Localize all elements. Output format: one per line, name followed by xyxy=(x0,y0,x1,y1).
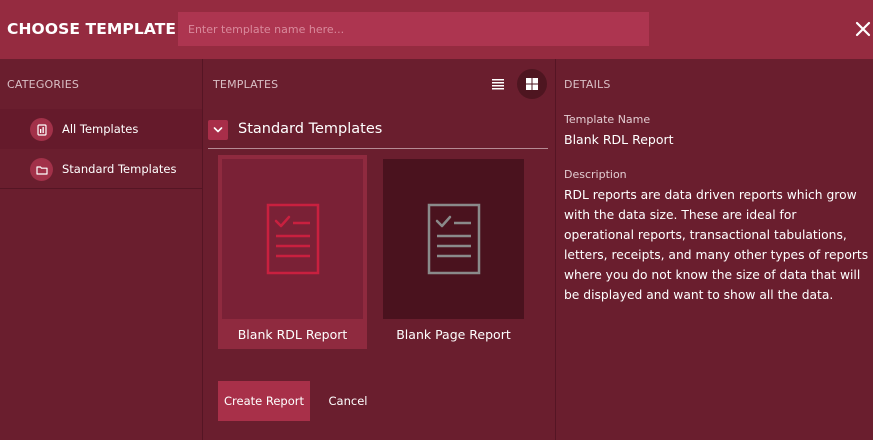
dialog-header: CHOOSE TEMPLATE xyxy=(0,0,873,59)
details-heading: DETAILS xyxy=(564,78,611,91)
close-button[interactable] xyxy=(852,18,873,40)
template-card-label: Blank RDL Report xyxy=(237,327,348,342)
create-report-button[interactable]: Create Report xyxy=(218,381,310,421)
categories-divider xyxy=(202,59,203,440)
dialog-title: CHOOSE TEMPLATE xyxy=(7,20,177,38)
report-icon xyxy=(30,118,53,141)
template-group-header[interactable]: Standard Templates xyxy=(208,118,548,149)
checklist-document-icon xyxy=(427,203,480,275)
list-view-button[interactable] xyxy=(483,69,513,99)
checklist-document-icon xyxy=(266,203,319,275)
grid-icon xyxy=(526,78,538,90)
category-all-templates[interactable]: All Templates xyxy=(0,109,202,149)
description-value: RDL reports are data driven reports whic… xyxy=(564,188,869,302)
list-icon xyxy=(492,79,504,90)
grid-view-button[interactable] xyxy=(517,69,547,99)
cancel-button[interactable]: Cancel xyxy=(320,381,376,421)
template-card-label: Blank Page Report xyxy=(396,327,511,342)
category-separator xyxy=(0,188,202,189)
template-group-label: Standard Templates xyxy=(238,121,383,137)
description-label: Description xyxy=(564,168,627,181)
template-search-input[interactable] xyxy=(178,12,649,46)
template-name-value: Blank RDL Report xyxy=(564,132,674,147)
template-name-label: Template Name xyxy=(564,113,651,126)
template-card-blank-rdl-report[interactable]: Blank RDL Report xyxy=(218,155,367,349)
category-standard-templates[interactable]: Standard Templates xyxy=(0,149,202,189)
template-thumbnail xyxy=(222,159,363,319)
chevron-down-icon xyxy=(208,120,228,140)
templates-heading: TEMPLATES xyxy=(213,78,279,91)
template-card-blank-page-report[interactable]: Blank Page Report xyxy=(379,155,528,349)
category-label: All Templates xyxy=(62,122,139,136)
category-label: Standard Templates xyxy=(62,162,177,176)
close-icon xyxy=(855,21,871,37)
details-divider xyxy=(555,59,556,440)
template-thumbnail xyxy=(383,159,524,319)
categories-heading: CATEGORIES xyxy=(7,78,80,91)
folder-icon xyxy=(30,158,53,181)
